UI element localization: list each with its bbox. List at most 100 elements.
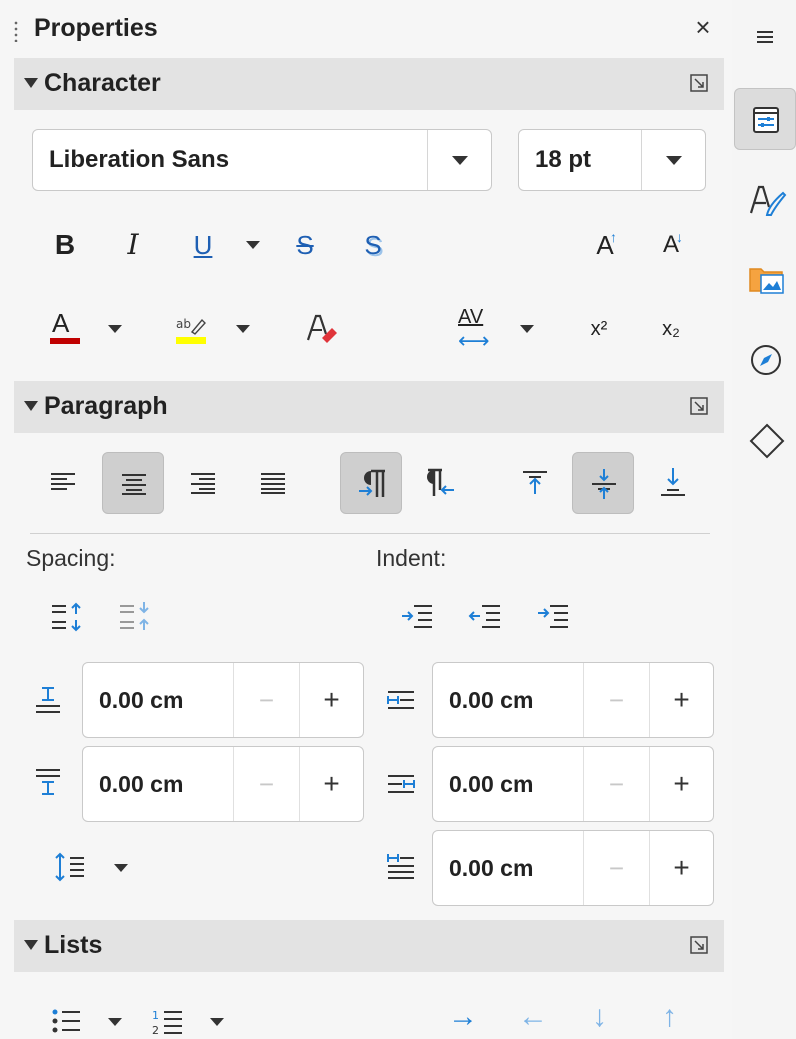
decrement-button[interactable]: − [233,747,299,821]
decrement-button[interactable]: − [583,663,649,737]
font-size-value: 18 pt [535,146,592,173]
align-right-button[interactable] [172,452,234,514]
numbered-list-icon[interactable]: 1 2 [152,1008,184,1037]
above-spacing-spinbox[interactable]: 0.00 cm − + [82,662,364,738]
bold-button[interactable]: B [34,214,96,276]
svg-text:2: 2 [152,1024,159,1037]
decrement-button[interactable]: − [233,663,299,737]
paragraph-section-label: Paragraph [44,392,168,420]
panel-titlebar: Properties × [0,8,732,54]
right-to-left-button[interactable] [410,452,472,514]
decrease-font-size-button[interactable]: A ↓ [640,214,702,276]
superscript-button[interactable]: x² [568,298,630,360]
properties-tab[interactable] [734,88,796,150]
justify-icon [261,473,285,494]
font-name-dropdown-button[interactable] [427,130,491,190]
underline-button[interactable]: U [172,214,234,276]
paragraph-section-header[interactable]: Paragraph [14,381,724,433]
highlight-dropdown-icon[interactable] [236,325,250,333]
font-name-combo[interactable]: Liberation Sans [32,129,492,191]
align-center-icon [122,474,146,495]
first-line-indent-spinbox[interactable]: 0.00 cm − + [432,830,714,906]
gallery-tab[interactable] [734,248,796,310]
lists-section-label: Lists [44,931,103,959]
after-indent-spinbox[interactable]: 0.00 cm − + [432,746,714,822]
clear-formatting-button[interactable] [290,298,352,360]
pilcrow-rtl-icon [427,468,454,496]
font-size-dropdown-button[interactable] [641,130,705,190]
shapes-icon [749,423,785,459]
increase-indent-icon[interactable] [402,604,432,630]
collapse-triangle-icon [24,940,38,950]
align-top-button[interactable] [504,452,566,514]
underline-dropdown-icon[interactable] [246,241,260,249]
increment-button[interactable]: + [649,747,713,821]
demote-arrow-icon[interactable]: → [448,1000,478,1034]
align-middle-button[interactable] [572,452,634,514]
italic-button[interactable]: I [102,214,164,276]
close-button[interactable]: × [688,12,718,42]
line-spacing-icon[interactable] [54,852,88,882]
align-left-button[interactable] [32,452,94,514]
hamburger-menu-icon [757,31,773,43]
before-text-indent-icon [387,691,414,709]
styles-icon [749,185,787,216]
font-size-combo[interactable]: 18 pt [518,129,706,191]
line-spacing-dropdown-icon[interactable] [114,864,128,872]
styles-tab[interactable] [734,168,796,230]
align-right-icon [191,473,215,494]
shadow-button[interactable]: S [342,214,404,276]
arrow-up-icon: ↑ [610,229,617,245]
increment-button[interactable]: + [649,663,713,737]
highlight-color-button[interactable]: ab [160,298,222,360]
font-name-value: Liberation Sans [49,146,230,173]
align-top-icon [523,471,547,494]
sidebar-menu-button[interactable] [734,6,796,68]
move-up-arrow-icon[interactable]: ↑ [662,1000,677,1034]
hanging-indent-icon[interactable] [538,604,568,630]
increase-spacing-icon[interactable] [52,602,84,632]
subscript-button[interactable]: x₂ [640,298,702,360]
increment-button[interactable]: + [299,747,363,821]
before-indent-spinbox[interactable]: 0.00 cm − + [432,662,714,738]
move-down-arrow-icon[interactable]: ↓ [592,1000,607,1034]
strikethrough-button[interactable]: S [274,214,336,276]
drag-grip-icon[interactable] [14,20,18,42]
increment-button[interactable]: + [649,831,713,905]
more-options-icon[interactable] [690,74,708,92]
font-color-swatch [50,338,80,344]
first-line-indent-value: 0.00 cm [449,855,534,881]
bullet-list-icon[interactable] [52,1008,82,1034]
gallery-icon [749,268,784,294]
navigator-tab[interactable] [734,328,796,390]
before-indent-value: 0.00 cm [449,687,534,713]
character-section-header[interactable]: Character [14,58,724,110]
arrow-down-icon: ↓ [676,229,683,245]
align-center-button[interactable] [102,452,164,514]
shapes-tab[interactable] [734,408,796,470]
align-bottom-button[interactable] [642,452,704,514]
increment-button[interactable]: + [299,663,363,737]
collapse-triangle-icon [24,78,38,88]
bullet-list-dropdown-icon[interactable] [108,1018,122,1026]
decrease-indent-icon[interactable] [468,604,500,630]
eraser-icon [306,314,337,343]
justify-button[interactable] [242,452,304,514]
lists-section-header[interactable]: Lists [14,920,724,972]
promote-arrow-icon[interactable]: ← [518,1000,548,1034]
more-options-icon[interactable] [690,397,708,415]
character-section-label: Character [44,69,161,97]
increase-font-size-button[interactable]: A ↑ [574,214,636,276]
below-spacing-spinbox[interactable]: 0.00 cm − + [82,746,364,822]
character-spacing-dropdown-icon[interactable] [520,325,534,333]
more-options-icon[interactable] [690,936,708,954]
decrement-button[interactable]: − [583,747,649,821]
below-paragraph-spacing-icon [36,769,60,795]
decrement-button[interactable]: − [583,831,649,905]
decrease-spacing-icon[interactable] [120,602,152,632]
character-spacing-button[interactable]: AV ⟷ [444,298,506,360]
font-color-dropdown-icon[interactable] [108,325,122,333]
font-color-button[interactable]: A [34,298,96,360]
left-to-right-button[interactable] [340,452,402,514]
numbered-list-dropdown-icon[interactable] [210,1018,224,1026]
